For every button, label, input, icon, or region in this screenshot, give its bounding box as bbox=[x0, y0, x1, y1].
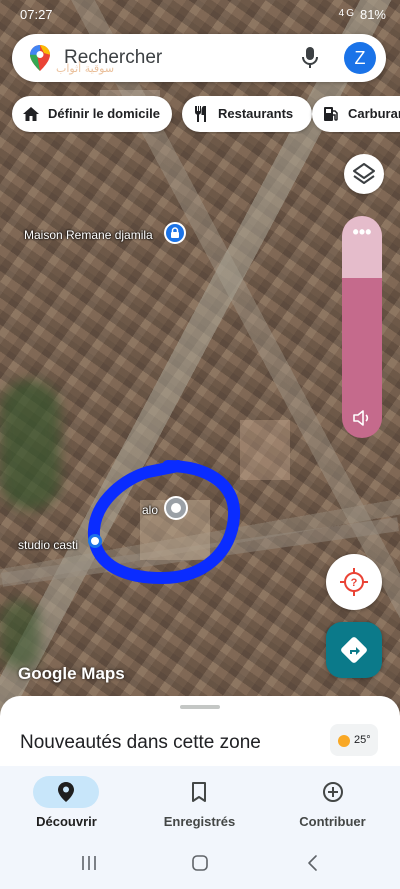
gas-station-icon bbox=[324, 107, 338, 121]
explore-here-button[interactable]: ? bbox=[326, 554, 382, 610]
speaker-icon[interactable] bbox=[352, 409, 372, 427]
map-label-studio[interactable]: studio casti bbox=[18, 538, 78, 552]
chip-label: Définir le domicile bbox=[48, 106, 160, 121]
tab-label: Découvrir bbox=[36, 814, 97, 829]
map-vegetation bbox=[0, 380, 60, 510]
weather-badge[interactable]: 25° bbox=[330, 724, 378, 756]
home-button-icon[interactable] bbox=[191, 854, 209, 872]
tab-label: Contribuer bbox=[299, 814, 366, 829]
studio-poi-icon[interactable] bbox=[88, 534, 102, 548]
tab-enregistres[interactable]: Enregistrés bbox=[133, 766, 266, 838]
sheet-title: Nouveautés dans cette zone bbox=[20, 732, 261, 753]
tab-contribuer[interactable]: Contribuer bbox=[266, 766, 399, 838]
status-time: 07:27 bbox=[20, 7, 53, 22]
lock-poi-icon[interactable] bbox=[164, 222, 186, 244]
lock-icon bbox=[171, 227, 179, 238]
network-indicator: 4G bbox=[338, 8, 356, 19]
sun-icon bbox=[338, 735, 350, 747]
map-vegetation bbox=[0, 600, 40, 670]
chip-label: Carburant bbox=[348, 106, 400, 121]
tab-label: Enregistrés bbox=[163, 814, 236, 829]
location-pin-icon bbox=[58, 782, 74, 802]
watermark-text: سوقية أثواب bbox=[56, 62, 115, 75]
map-building bbox=[240, 420, 290, 480]
location-question-icon: ? bbox=[340, 568, 368, 596]
directions-button[interactable] bbox=[326, 622, 382, 678]
map-label-alo[interactable]: alo bbox=[142, 503, 158, 517]
weather-temp: 25° bbox=[354, 734, 371, 746]
volume-slider[interactable]: ••• bbox=[342, 216, 382, 438]
chip-fuel[interactable]: Carburant bbox=[312, 96, 400, 132]
svg-text:?: ? bbox=[351, 577, 358, 589]
back-icon[interactable] bbox=[304, 854, 322, 872]
tab-decouvrir[interactable]: Découvrir bbox=[0, 766, 133, 838]
bottom-navigation: Découvrir Enregistrés Contribuer bbox=[0, 766, 400, 838]
chip-label: Restaurants bbox=[218, 106, 294, 121]
more-options-icon[interactable]: ••• bbox=[350, 222, 374, 246]
chip-restaurants[interactable]: Restaurants bbox=[182, 96, 312, 132]
add-circle-icon bbox=[323, 782, 343, 802]
battery-level: 81% bbox=[359, 7, 386, 22]
bottom-sheet[interactable]: Nouveautés dans cette zone 25° bbox=[0, 696, 400, 776]
layers-button[interactable] bbox=[344, 154, 384, 194]
home-icon bbox=[23, 107, 39, 121]
place-pin-icon[interactable] bbox=[164, 496, 188, 520]
highlight-circle bbox=[87, 460, 241, 585]
microphone-icon[interactable] bbox=[300, 46, 320, 70]
account-avatar[interactable]: Z bbox=[344, 42, 376, 74]
sheet-drag-handle[interactable] bbox=[180, 705, 220, 709]
google-maps-pin-icon bbox=[30, 45, 50, 71]
google-maps-attribution: Google Maps bbox=[18, 664, 125, 683]
system-navigation-bar bbox=[0, 838, 400, 889]
category-chips: Définir le domicile Restaurants Carburan… bbox=[12, 96, 400, 134]
screen: 07:27 4G 81% Rechercher سوقية أثواب Z Dé… bbox=[0, 0, 400, 889]
search-bar[interactable]: Rechercher سوقية أثواب Z bbox=[12, 34, 386, 82]
bookmark-icon bbox=[192, 782, 206, 802]
status-icons: 4G bbox=[339, 8, 356, 19]
layers-icon bbox=[353, 163, 375, 184]
recent-apps-icon[interactable] bbox=[80, 854, 98, 872]
directions-icon bbox=[341, 637, 367, 663]
fork-knife-icon bbox=[195, 106, 206, 122]
map-label-maison[interactable]: Maison Remane djamila bbox=[24, 228, 153, 242]
status-bar: 07:27 4G 81% bbox=[0, 0, 400, 30]
chip-home[interactable]: Définir le domicile bbox=[12, 96, 172, 132]
